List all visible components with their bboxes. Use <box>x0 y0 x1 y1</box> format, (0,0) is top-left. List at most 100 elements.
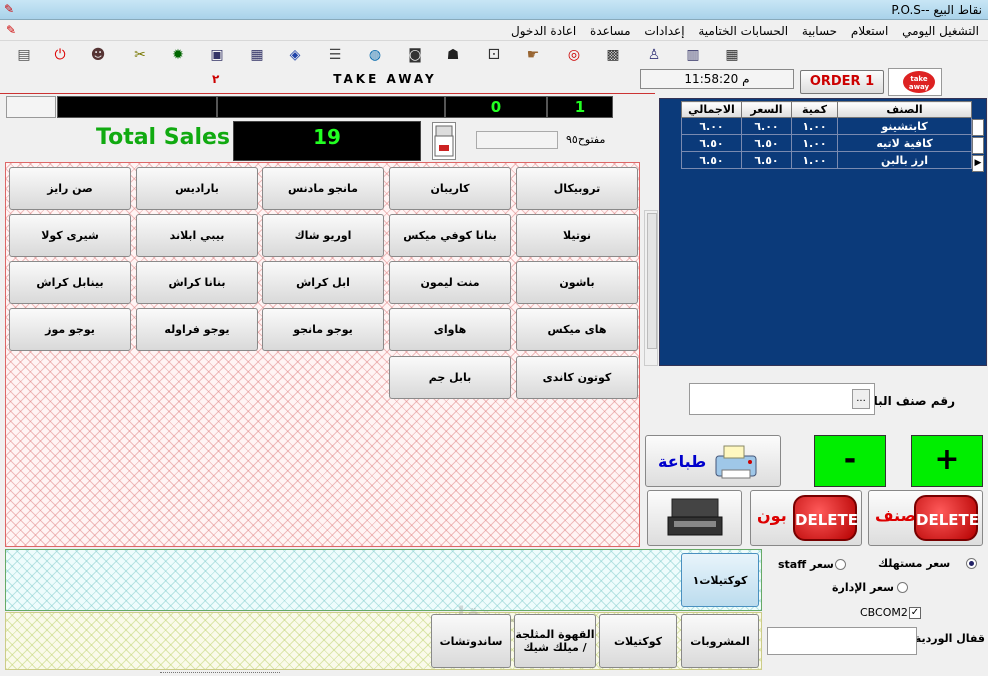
gear-icon[interactable]: ✹ <box>168 45 188 65</box>
menu-query[interactable]: استعلام <box>846 21 893 41</box>
product-button[interactable]: اوريو شاك <box>262 214 384 257</box>
product-button[interactable]: شيرى كولا <box>9 214 131 257</box>
cash-register-icon[interactable] <box>432 122 456 160</box>
delete-item-button[interactable]: صنف DELETE <box>868 490 983 546</box>
category-button-cocktails[interactable]: كوكتيلات <box>599 614 677 668</box>
product-button[interactable]: هاواى <box>389 308 511 351</box>
delete-order-button[interactable]: بون DELETE <box>750 490 862 546</box>
open-price-field[interactable] <box>476 131 558 149</box>
total-sales-value: 19 <box>233 121 421 161</box>
product-button[interactable]: منت ليمون <box>389 261 511 304</box>
dice-icon[interactable]: ⚀ <box>484 45 504 65</box>
subcategory-button[interactable]: كوكتيلات١ <box>681 553 759 607</box>
product-button[interactable]: تروبيكال <box>516 167 638 210</box>
contacts-icon[interactable]: ▩ <box>603 45 623 65</box>
hand-icon[interactable]: ☛ <box>523 45 543 65</box>
calculator-icon[interactable]: ▦ <box>722 45 742 65</box>
minus-button[interactable]: - <box>814 435 886 487</box>
product-button[interactable]: يوجو مانجو <box>262 308 384 351</box>
delete-order-icon: DELETE <box>793 495 858 541</box>
product-button[interactable]: يوجو موز <box>9 308 131 351</box>
menu-final-accounts[interactable]: الحسابات الختامية <box>693 21 793 41</box>
svg-text:away: away <box>909 83 930 91</box>
display-box-2 <box>217 96 445 118</box>
product-button[interactable]: نوتيلا <box>516 214 638 257</box>
list-icon[interactable]: ☰ <box>325 45 345 65</box>
product-button[interactable]: باراديس <box>136 167 258 210</box>
row-selector-current[interactable]: ▶ <box>972 155 984 172</box>
cell-qty: ١.٠٠ <box>791 134 838 152</box>
admin-price-radio[interactable] <box>897 582 908 593</box>
col-item: الصنف <box>837 101 972 118</box>
red-counter: ٢ <box>212 72 220 86</box>
open-price-label: مفتوح٩٥ <box>566 133 606 146</box>
toolbar: ▤ ⏻ ☻ ✂ ✹ ▣ ▦ ◈ ☰ ◍ ◙ ☗ ⚀ ☛ ◎ ▩ ♙ ▥ ▦ <box>0 42 988 68</box>
bottle-icon[interactable]: ♙ <box>644 45 664 65</box>
mask-icon[interactable]: ☗ <box>443 45 463 65</box>
grid-scrollbar[interactable] <box>644 210 658 366</box>
product-button[interactable]: يوجو فراوله <box>136 308 258 351</box>
cell-total: ٦.٠٠ <box>681 117 742 135</box>
cell-qty: ١.٠٠ <box>791 151 838 169</box>
print-button[interactable]: طباعة <box>645 435 781 487</box>
menu-settings[interactable]: إعدادات <box>639 21 689 41</box>
cell-price: ٦.٥٠ <box>741 134 792 152</box>
product-button[interactable]: بيبي ابلاند <box>136 214 258 257</box>
category-button-sandwiches[interactable]: ساندوتشات <box>431 614 511 668</box>
product-button[interactable]: بنانا كراش <box>136 261 258 304</box>
category-button-drinks[interactable]: المشروبات <box>681 614 759 668</box>
status-divider <box>160 672 280 675</box>
shift-close-input[interactable] <box>767 627 917 655</box>
consumer-price-radio[interactable] <box>966 558 977 569</box>
takeaway-logo[interactable]: take away <box>888 68 942 96</box>
product-button[interactable]: بابل جم <box>389 356 511 399</box>
cbcom-checkbox[interactable]: ✓ <box>909 607 921 619</box>
row-selector[interactable] <box>972 137 984 154</box>
header-divider <box>0 93 655 94</box>
scrollbar-thumb[interactable] <box>647 213 657 349</box>
order-button[interactable]: ORDER 1 <box>800 70 884 94</box>
camera-icon[interactable]: ◙ <box>405 45 425 65</box>
product-button[interactable]: بينابل كراش <box>9 261 131 304</box>
product-button[interactable]: هاى ميكس <box>516 308 638 351</box>
people-icon[interactable]: ☻ <box>88 45 108 65</box>
order-table: الصنف كمية السعر الاجمالي كابتشينو ١.٠٠ … <box>681 101 972 169</box>
product-button[interactable]: مانجو مادنس <box>262 167 384 210</box>
staff-price-label: سعر staff <box>778 558 834 571</box>
save-icon[interactable]: ▤ <box>14 45 34 65</box>
svg-text:take: take <box>910 75 928 83</box>
category-button-iced-coffee[interactable]: القهوة المثلجة / ميلك شيك <box>514 614 596 668</box>
table-row[interactable]: ارز بالبن ١.٠٠ ٦.٥٠ ٦.٥٠ <box>681 151 972 169</box>
product-button[interactable]: صن رايز <box>9 167 131 210</box>
cash-drawer-button[interactable] <box>647 490 742 546</box>
display-box-3: 0 <box>445 96 547 118</box>
staff-price-radio[interactable] <box>835 559 846 570</box>
menu-relogin[interactable]: اعادة الدخول <box>506 21 581 41</box>
product-button[interactable]: باشون <box>516 261 638 304</box>
product-button[interactable]: ابل كراش <box>262 261 384 304</box>
table-row[interactable]: كافية لاتيه ١.٠٠ ٦.٥٠ ٦.٥٠ <box>681 134 972 152</box>
barcode-lookup-button[interactable]: ... <box>852 389 870 409</box>
notepad-icon[interactable]: ▦ <box>247 45 267 65</box>
cycle-icon[interactable]: ◈ <box>285 45 305 65</box>
globe-icon[interactable]: ◍ <box>365 45 385 65</box>
calendar-icon[interactable]: ▥ <box>683 45 703 65</box>
product-button[interactable]: كوتون كاندى <box>516 356 638 399</box>
cash-drawer-icon <box>667 498 723 536</box>
menu-daily-operations[interactable]: التشغيل اليومي <box>897 21 984 41</box>
product-button[interactable]: كاريبان <box>389 167 511 210</box>
cell-item: ارز بالبن <box>837 151 972 169</box>
lifebuoy-icon[interactable]: ◎ <box>564 45 584 65</box>
menu-accounting[interactable]: حسابية <box>797 21 842 41</box>
plus-button[interactable]: + <box>911 435 983 487</box>
product-button[interactable]: بنانا كوفي ميكس <box>389 214 511 257</box>
menu-help[interactable]: مساعدة <box>585 21 636 41</box>
display-box-4: 1 <box>547 96 613 118</box>
barcode-input[interactable] <box>689 383 875 415</box>
monitor-icon[interactable]: ▣ <box>207 45 227 65</box>
tools-icon[interactable]: ✂ <box>130 45 150 65</box>
row-selector[interactable] <box>972 119 984 136</box>
table-row[interactable]: كابتشينو ١.٠٠ ٦.٠٠ ٦.٠٠ <box>681 117 972 135</box>
total-sales-label: Total Sales : <box>96 125 247 150</box>
power-icon[interactable]: ⏻ <box>50 45 70 65</box>
